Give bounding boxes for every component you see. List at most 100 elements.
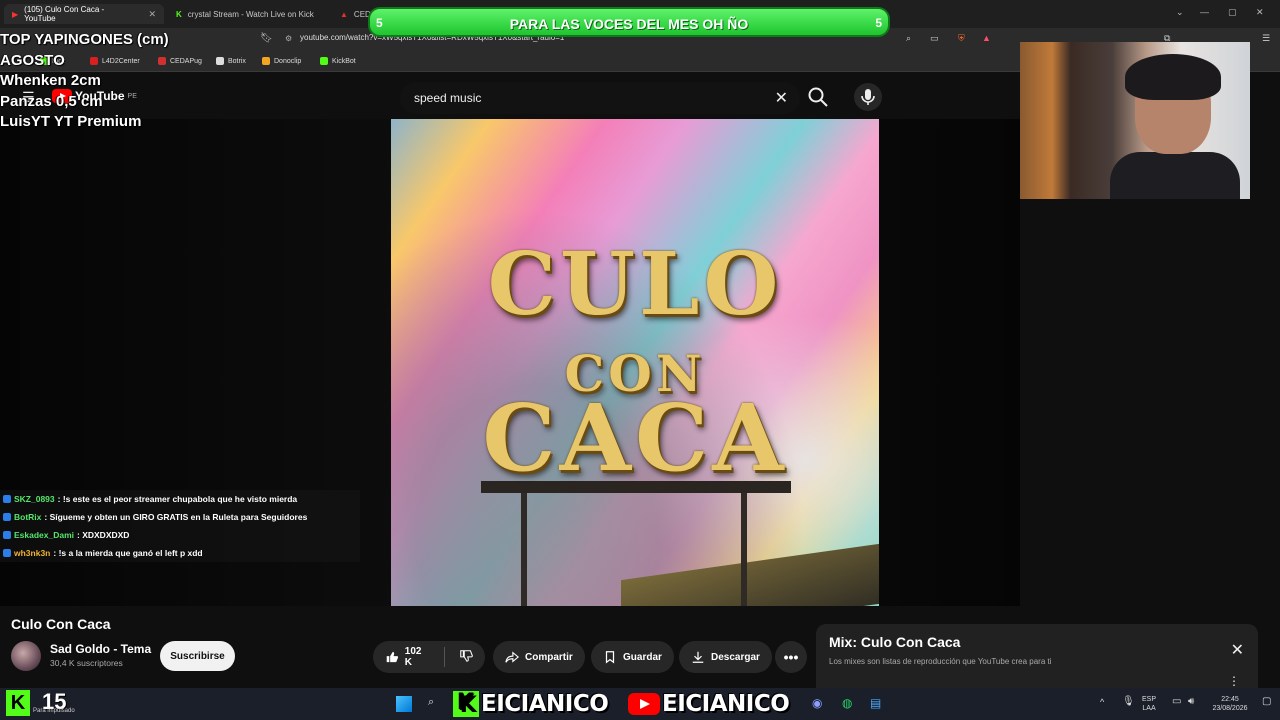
share-button[interactable]: Compartir xyxy=(493,641,585,673)
like-button[interactable]: 102 K xyxy=(385,646,431,668)
donoclip-icon xyxy=(262,57,270,65)
rewards-icon[interactable]: ▲ xyxy=(982,33,991,43)
youtube-favicon-icon: ▶ xyxy=(12,9,19,19)
subscribe-button[interactable]: Suscribirse xyxy=(160,641,235,671)
language-indicator[interactable]: ESP LAA xyxy=(1142,695,1156,713)
moderator-badge-icon xyxy=(3,495,11,503)
webcam-person-body xyxy=(1110,152,1240,199)
chat-text: : !s este es el peor streamer chupabola … xyxy=(57,494,298,504)
tab-label: (105) Culo Con Caca - YouTube xyxy=(24,5,105,23)
channel-name[interactable]: Sad Goldo - Tema xyxy=(50,642,151,656)
volume-icon[interactable]: 🔊︎ xyxy=(1188,696,1194,707)
windows-start-icon[interactable] xyxy=(396,696,412,712)
close-icon[interactable]: ✕ xyxy=(148,9,156,20)
more-actions-button[interactable]: ••• xyxy=(775,641,807,673)
tray-chevron-icon[interactable]: ^ xyxy=(1100,697,1104,707)
download-icon xyxy=(692,651,704,663)
chat-text: : !s a la mierda que ganó el left p xdd xyxy=(53,548,203,558)
save-button[interactable]: Guardar xyxy=(591,641,674,673)
youtube-logo-icon xyxy=(628,693,660,715)
ceda-favicon-icon: ▲ xyxy=(340,9,348,19)
menu-icon[interactable]: ☰ xyxy=(1262,33,1270,44)
clear-search-icon[interactable]: ✕ xyxy=(775,88,788,108)
bookmark-botrix[interactable]: Botrix xyxy=(216,57,246,65)
dislike-button[interactable] xyxy=(459,649,473,666)
voice-search-button[interactable] xyxy=(854,83,882,111)
search-icon[interactable] xyxy=(806,85,830,109)
whatsapp-icon[interactable]: ◍ xyxy=(842,696,852,710)
search-box[interactable]: speed music ✕ xyxy=(400,82,800,114)
leaderboard-entry: Panzas 0,5 cm xyxy=(0,92,103,110)
sign-text-line-1: CULO xyxy=(487,234,783,335)
like-dislike-group: 102 K xyxy=(373,641,485,673)
divider xyxy=(444,647,445,667)
chat-username: BotRix xyxy=(14,512,42,522)
tab-ceda[interactable]: ▲ CEDA xyxy=(332,4,376,24)
chat-message: BotRix : Sígueme y obten un GIRO GRATIS … xyxy=(3,512,307,522)
channel-subscribers: 30,4 K suscriptores xyxy=(50,658,123,668)
bookmark-icon[interactable]: 🔖︎ xyxy=(260,33,273,44)
clock[interactable]: 22:45 23/08/2026 xyxy=(1206,695,1254,713)
kickbot-icon xyxy=(320,57,328,65)
subscriber-badge-icon xyxy=(3,549,11,557)
chat-username: Eskadex_Dami xyxy=(14,530,75,540)
bookmark-icon xyxy=(605,651,615,664)
channel-avatar[interactable] xyxy=(11,641,41,671)
search-input[interactable]: speed music xyxy=(414,91,481,105)
more-vertical-icon[interactable]: ⋮ xyxy=(1228,674,1240,688)
download-button[interactable]: Descargar xyxy=(679,641,772,673)
chat-message: SKZ_0893 : !s este es el peor streamer c… xyxy=(3,494,297,504)
banner-right-number: 5 xyxy=(875,16,882,30)
microphone-icon xyxy=(861,89,875,105)
microphone-icon[interactable]: 🎙︎ xyxy=(1122,696,1135,707)
more-horizontal-icon: ••• xyxy=(783,649,799,665)
bookmark-donoclip[interactable]: Donoclip xyxy=(262,57,301,65)
chat-username: wh3nk3n xyxy=(14,548,51,558)
building-roof xyxy=(621,537,879,606)
chat-message: Eskadex_Dami : XDXDXDXD xyxy=(3,530,129,540)
botrix-icon xyxy=(216,57,224,65)
site-info-icon[interactable]: ⚙ xyxy=(285,34,292,43)
discord-icon[interactable]: ◉ xyxy=(812,696,822,710)
stream-banner: 5 PARA LAS VOCES DEL MES OH ÑO 5 xyxy=(368,7,890,37)
tab-label: crystal Stream - Watch Live on Kick xyxy=(187,9,314,19)
video-title: Culo Con Caca xyxy=(11,616,111,632)
cast-icon[interactable]: ▭ xyxy=(930,33,939,44)
maximize-icon[interactable]: ▢ xyxy=(1228,7,1237,18)
kick-brand-overlay: K EICIANICO xyxy=(453,689,609,719)
thumbs-up-icon xyxy=(386,651,399,663)
minimize-icon[interactable]: — xyxy=(1200,7,1209,17)
mix-title: Mix: Culo Con Caca xyxy=(829,634,961,650)
search-icon[interactable]: ⌕ xyxy=(428,696,434,709)
kick-logo-icon: K xyxy=(6,690,30,716)
network-icon[interactable]: ▭ xyxy=(1172,696,1181,707)
notification-icon[interactable]: ▢ xyxy=(1262,696,1271,707)
video-thumbnail[interactable]: CULO CON CACA xyxy=(391,119,879,606)
chevron-down-icon[interactable]: ⌄ xyxy=(1176,7,1184,18)
chat-overlay: SKZ_0893 : !s este es el peor streamer c… xyxy=(0,490,360,562)
chat-username: SKZ_0893 xyxy=(14,494,55,504)
leaderboard-entry: Whenken 2cm xyxy=(0,72,101,89)
kick-logo-icon: K xyxy=(453,691,479,717)
zoom-icon[interactable]: ⌕ xyxy=(906,33,911,44)
notepad-icon[interactable]: ▤ xyxy=(870,696,881,710)
tab-kick[interactable]: K crystal Stream - Watch Live on Kick xyxy=(168,4,328,24)
kick-favicon-icon: K xyxy=(176,9,182,19)
close-icon[interactable]: ✕ xyxy=(1231,640,1244,660)
mix-description: Los mixes son listas de reproducción que… xyxy=(829,657,1052,666)
sign-text-line-3: CACA xyxy=(482,384,788,492)
sign-pole-right xyxy=(741,493,747,606)
thumbs-down-icon xyxy=(460,649,473,662)
brave-shield-icon[interactable]: ⛨ xyxy=(958,33,965,44)
share-icon xyxy=(505,651,519,663)
sign-pole-left xyxy=(521,493,527,606)
leaderboard-month: AGOSTO xyxy=(0,51,65,69)
chat-text: : Sígueme y obten un GIRO GRATIS en la R… xyxy=(44,512,308,522)
bookmark-kickbot[interactable]: KickBot xyxy=(320,57,356,65)
close-window-icon[interactable]: ✕ xyxy=(1256,7,1264,18)
chat-message: wh3nk3n : !s a la mierda que ganó el lef… xyxy=(3,548,203,558)
youtube-brand-overlay: EICIANICO xyxy=(628,689,790,719)
tab-youtube[interactable]: ▶ (105) Culo Con Caca - YouTube ✕ xyxy=(4,4,164,24)
bot-badge-icon xyxy=(3,513,11,521)
webcam-feed xyxy=(1020,42,1250,199)
